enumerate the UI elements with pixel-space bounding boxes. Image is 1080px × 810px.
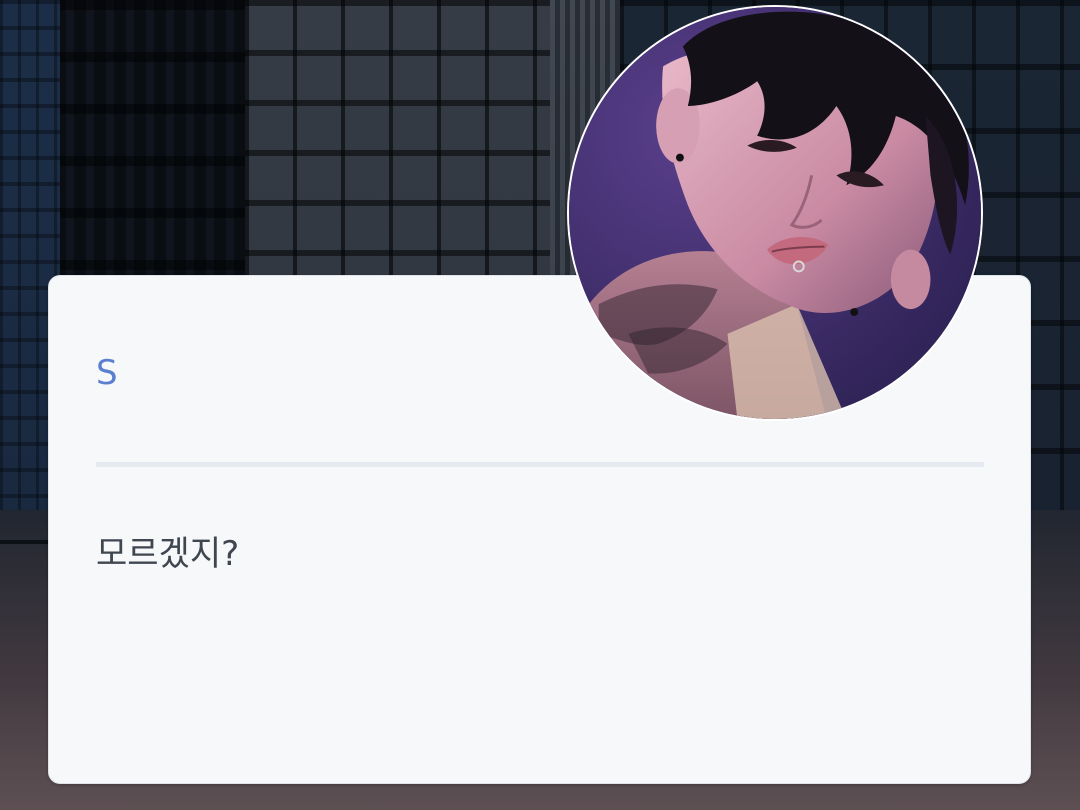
message-text: 모르겠지? [96, 534, 240, 574]
avatar[interactable] [567, 5, 983, 421]
screen: S 모르겠지? [0, 0, 1080, 810]
card-title: S [96, 353, 118, 393]
divider [96, 462, 984, 467]
avatar-photo-icon [569, 7, 981, 419]
